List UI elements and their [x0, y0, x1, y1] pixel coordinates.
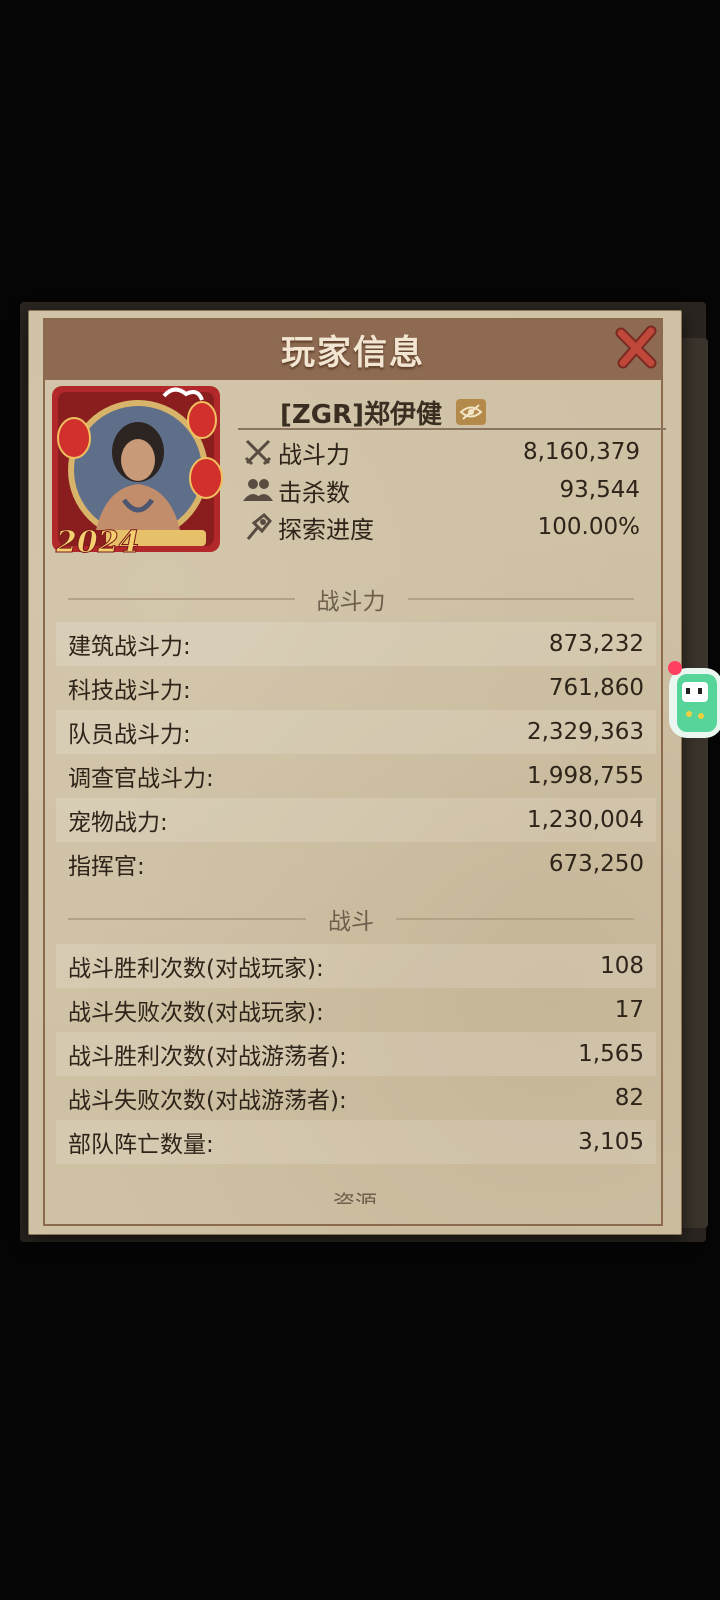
- floating-assistant-button[interactable]: [665, 658, 720, 740]
- row-label: 调查官战斗力:: [68, 766, 214, 792]
- list-item: 战斗失败次数(对战游荡者): 82: [56, 1076, 656, 1120]
- stat-label: 探索进度: [278, 515, 374, 544]
- panel-title: 玩家信息: [281, 332, 425, 373]
- divider: [396, 918, 634, 920]
- avatar-frame-icon: 2024: [52, 386, 223, 561]
- list-item: 战斗失败次数(对战玩家): 17: [56, 988, 656, 1032]
- row-label: 部队阵亡数量:: [68, 1132, 214, 1158]
- row-value: 108: [600, 953, 644, 979]
- row-label: 战斗胜利次数(对战游荡者):: [68, 1044, 347, 1070]
- stat-label: 战斗力: [278, 440, 350, 469]
- row-value: 873,232: [548, 631, 644, 657]
- row-value: 1,565: [578, 1041, 644, 1067]
- section-header-power: 战斗力: [68, 584, 634, 615]
- people-icon: [240, 474, 276, 506]
- divider: [68, 598, 295, 600]
- divider: [407, 598, 634, 600]
- title-bar: 玩家信息: [43, 318, 663, 380]
- row-value: 17: [614, 997, 644, 1023]
- row-label: 战斗失败次数(对战游荡者):: [68, 1088, 347, 1114]
- section-title: 战斗力: [316, 589, 386, 615]
- section-title: 资源: [333, 1192, 377, 1204]
- player-name-row: [ZGR]郑伊健: [280, 394, 640, 430]
- row-label: 队员战斗力:: [68, 722, 191, 748]
- eye-hidden-icon: [459, 404, 483, 420]
- row-label: 建筑战斗力:: [68, 634, 191, 660]
- battle-stats-list: 战斗胜利次数(对战玩家): 108 战斗失败次数(对战玩家): 17 战斗胜利次…: [56, 944, 656, 1164]
- list-item: 队员战斗力: 2,329,363: [56, 710, 656, 754]
- stat-value: 100.00%: [537, 514, 640, 540]
- stat-value: 93,544: [559, 477, 640, 503]
- name-divider: [238, 428, 666, 430]
- row-value: 761,860: [548, 675, 644, 701]
- section-title: 战斗: [328, 909, 374, 935]
- section-header-resources: 资源: [28, 1182, 682, 1204]
- row-value: 2,329,363: [526, 719, 644, 745]
- list-item: 科技战斗力: 761,860: [56, 666, 656, 710]
- row-label: 宠物战力:: [68, 810, 168, 836]
- crossed-swords-icon: [240, 436, 276, 468]
- row-label: 战斗失败次数(对战玩家):: [68, 1000, 324, 1026]
- row-value: 673,250: [548, 851, 644, 877]
- player-avatar[interactable]: 2024: [46, 380, 226, 561]
- list-item: 指挥官: 673,250: [56, 842, 656, 886]
- list-item: 调查官战斗力: 1,998,755: [56, 754, 656, 798]
- row-label: 战斗胜利次数(对战玩家):: [68, 956, 324, 982]
- stat-label: 击杀数: [278, 478, 350, 507]
- list-item: 战斗胜利次数(对战玩家): 108: [56, 944, 656, 988]
- player-name: [ZGR]郑伊健: [280, 399, 442, 430]
- list-item: 战斗胜利次数(对战游荡者): 1,565: [56, 1032, 656, 1076]
- section-header-battle: 战斗: [68, 904, 634, 935]
- hide-visibility-button[interactable]: [455, 399, 486, 425]
- player-info-panel: 玩家信息 2024 [ZGR]郑伊健 战斗力 8,160,379 击杀数 93,…: [28, 310, 682, 1235]
- row-value: 1,998,755: [526, 763, 644, 789]
- list-item: 建筑战斗力: 873,232: [56, 622, 656, 666]
- close-button[interactable]: [614, 324, 660, 370]
- row-label: 指挥官:: [68, 854, 145, 880]
- close-icon: [615, 325, 657, 369]
- list-item: 部队阵亡数量: 3,105: [56, 1120, 656, 1164]
- row-value: 3,105: [578, 1129, 644, 1155]
- row-value: 82: [614, 1085, 644, 1111]
- row-value: 1,230,004: [526, 807, 644, 833]
- row-label: 科技战斗力:: [68, 678, 191, 704]
- divider: [68, 918, 306, 920]
- stat-kills: 击杀数 93,544: [240, 472, 640, 508]
- stat-power: 战斗力 8,160,379: [240, 434, 640, 470]
- assistant-robot-icon: [668, 661, 720, 738]
- avatar-year-text: 2024: [55, 525, 140, 558]
- stat-exploration: 探索进度 100.00%: [240, 509, 640, 545]
- list-item: 宠物战力: 1,230,004: [56, 798, 656, 842]
- stat-value: 8,160,379: [522, 439, 640, 465]
- power-breakdown-list: 建筑战斗力: 873,232 科技战斗力: 761,860 队员战斗力: 2,3…: [56, 622, 656, 886]
- exploration-icon: [240, 511, 276, 543]
